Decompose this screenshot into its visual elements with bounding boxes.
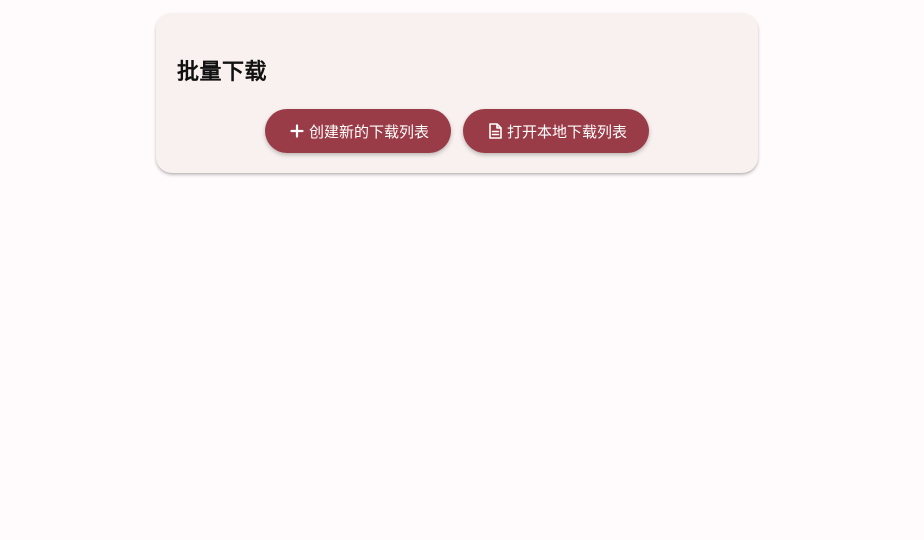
open-local-download-list-button[interactable]: 打开本地下载列表 xyxy=(463,109,650,153)
open-local-download-list-label: 打开本地下载列表 xyxy=(507,122,628,141)
file-document-icon xyxy=(487,123,503,139)
batch-download-card: 批量下载 创建新的下载列表 打开本地下载列表 xyxy=(156,13,758,173)
create-download-list-button[interactable]: 创建新的下载列表 xyxy=(264,109,451,153)
card-actions: 创建新的下载列表 打开本地下载列表 xyxy=(156,109,758,153)
page: 批量下载 创建新的下载列表 打开本地下载列表 xyxy=(0,0,924,540)
create-download-list-label: 创建新的下载列表 xyxy=(308,122,429,141)
plus-icon xyxy=(289,123,305,139)
card-title: 批量下载 xyxy=(177,60,268,85)
